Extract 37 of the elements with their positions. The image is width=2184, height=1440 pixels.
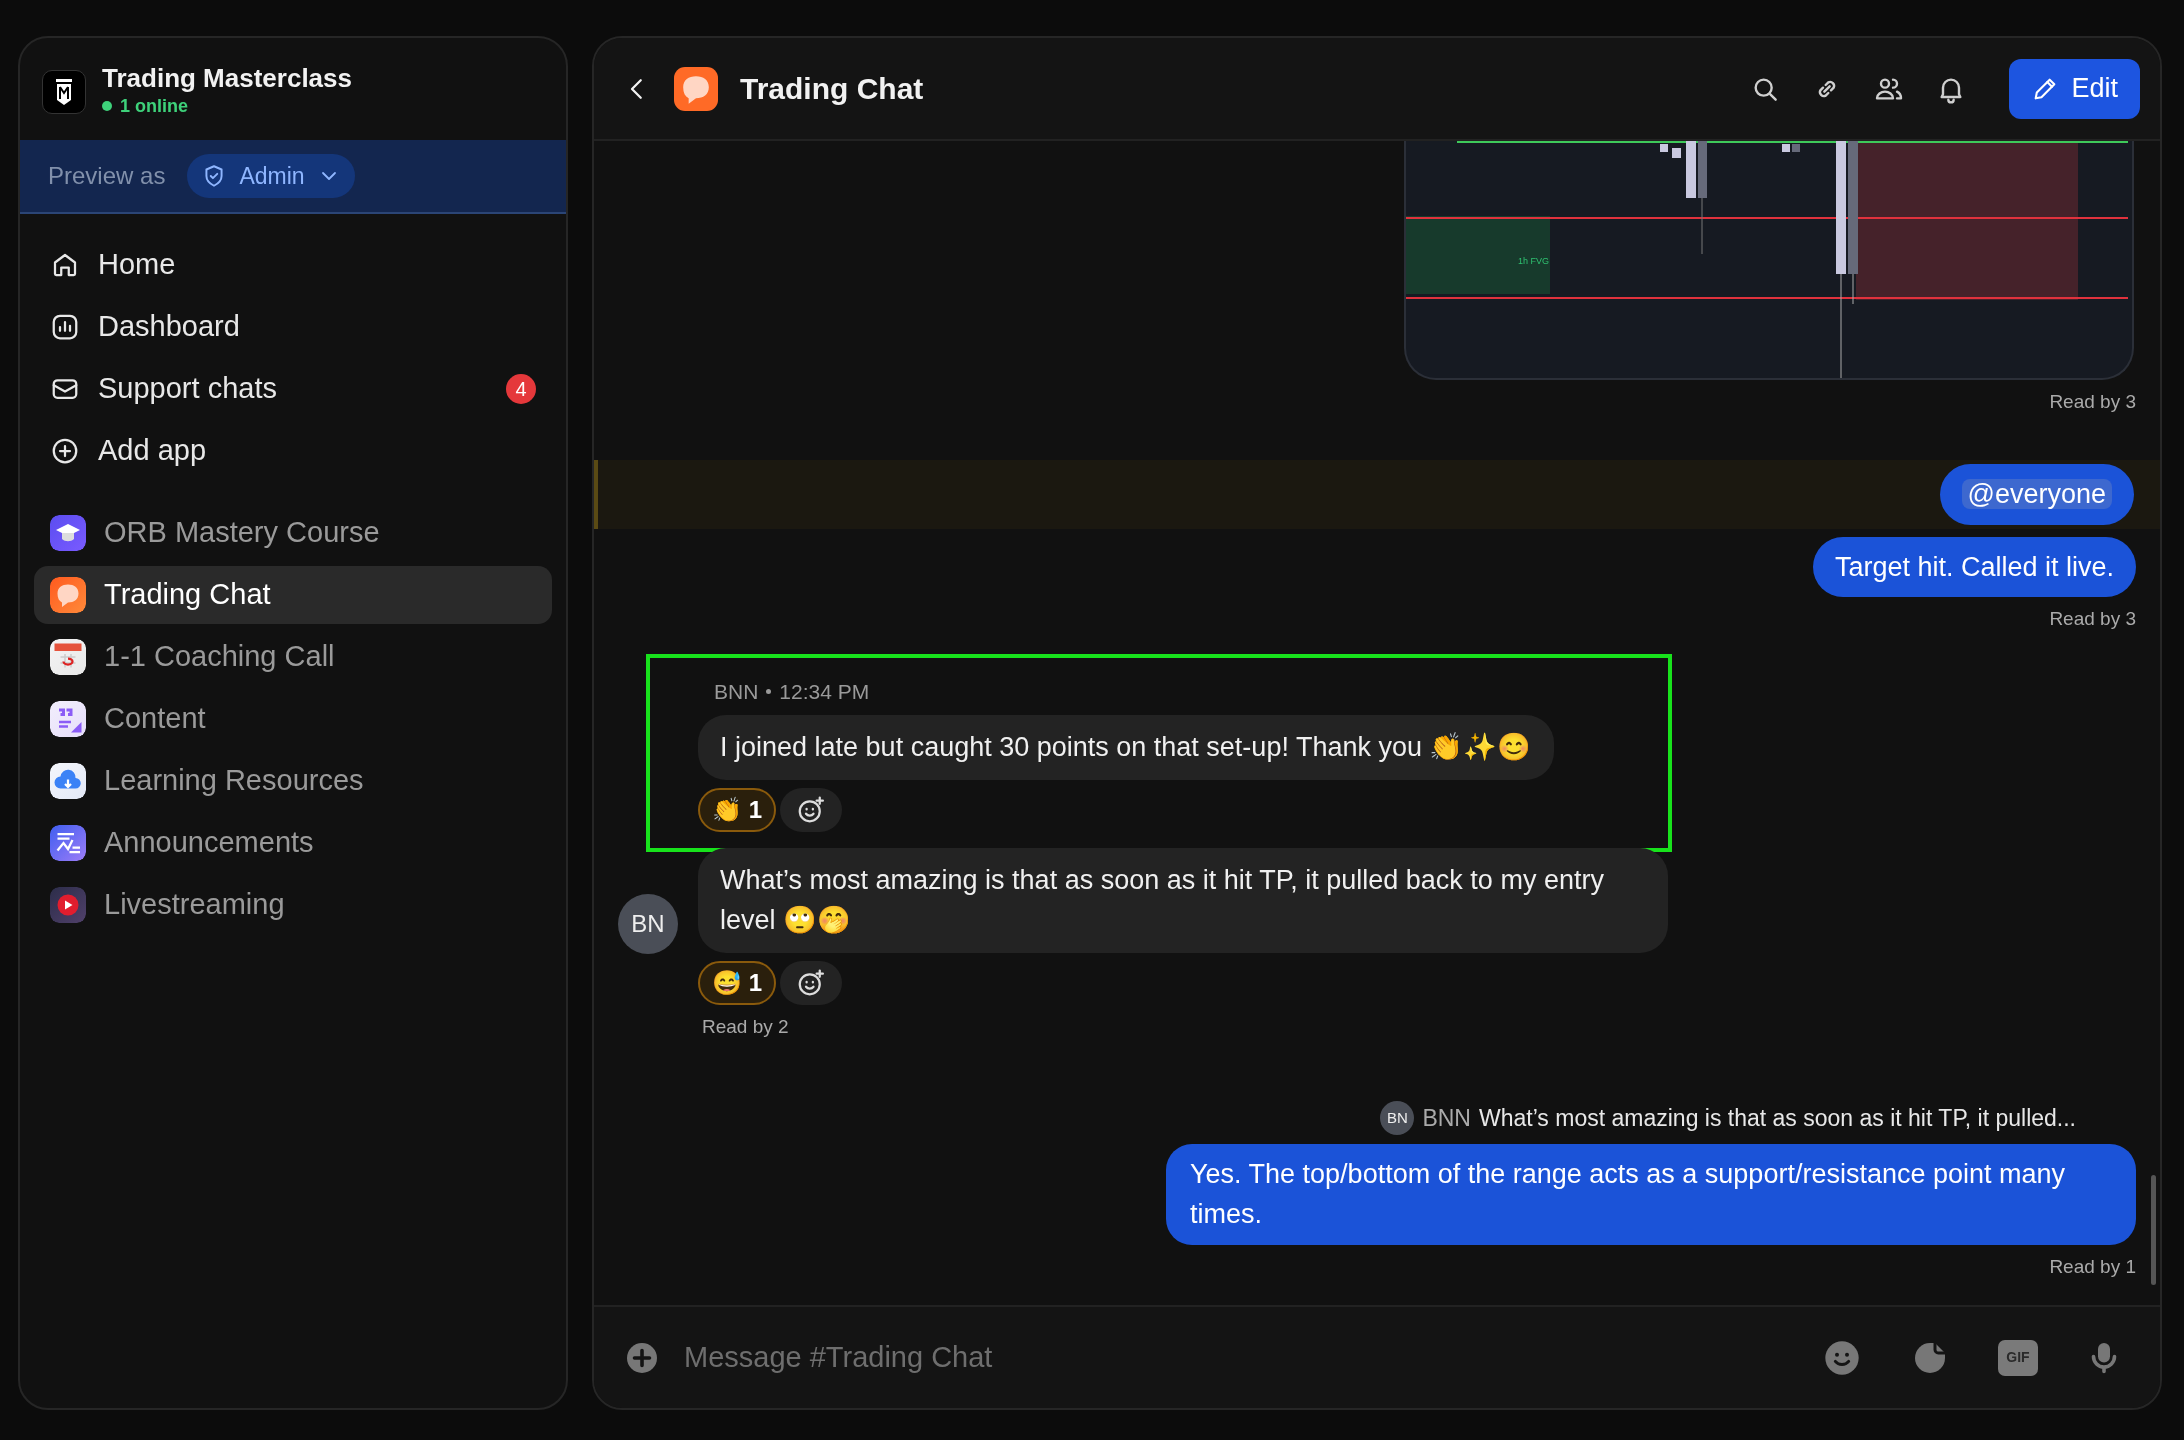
message-time: 12:34 PM [779, 678, 870, 705]
app-item[interactable]: Content [34, 690, 552, 748]
read-receipt: Read by 3 [2049, 607, 2136, 631]
reply-preview: What’s most amazing is that as soon as it hit TP, it pulled... [1479, 1104, 2076, 1133]
reply-author: BNN [1422, 1104, 1471, 1133]
message-bubble: I joined late but caught 30 points on that set-up! Thank you 👏✨😊 [698, 715, 1554, 780]
reaction-chip[interactable]: 👏 1 [698, 787, 776, 832]
read-receipt: Read by 3 [2049, 389, 2136, 414]
count-badge: 4 [506, 374, 536, 404]
edit-button[interactable]: Edit [2009, 58, 2140, 119]
chat-title: Trading Chat [740, 71, 924, 107]
zone-label: 1h FVG [1518, 255, 1549, 266]
message-bubble: What’s most amazing is that as soon as it hit TP, it pulled back to my entry level 🙄🤭 [698, 847, 1668, 953]
app-item[interactable]: ORB Mastery Course [34, 504, 552, 562]
app-item[interactable]: Trading Chat [34, 566, 552, 624]
avatar: BN [618, 893, 678, 954]
author-name: BNN [714, 678, 759, 705]
message-bubble: Yes. The top/bottom of the range acts as a support/resistance point many times. [1166, 1143, 2136, 1245]
read-receipt: Read by 2 [702, 1014, 789, 1039]
app-item[interactable]: Livestreaming [34, 876, 552, 934]
reaction-chip[interactable]: 😅 1 [698, 960, 776, 1005]
message-input[interactable]: Message #Trading Chat [682, 1334, 1800, 1381]
app-item[interactable]: 1-1 Coaching Call [34, 628, 552, 686]
online-count: 1 online [120, 94, 188, 118]
preview-label: Preview as [48, 161, 166, 191]
nav-item[interactable]: Home [34, 236, 552, 294]
mention-tag[interactable]: @everyone [1961, 479, 2112, 509]
role-dropdown[interactable]: Admin [187, 154, 355, 198]
app-item[interactable]: Announcements [34, 814, 552, 872]
message-bubble: Target hit. Called it live. [1812, 536, 2136, 597]
nav-item[interactable]: Support chats 4 [34, 360, 552, 418]
app-item[interactable]: Learning Resources [34, 752, 552, 810]
read-receipt: Read by 1 [2049, 1254, 2136, 1279]
nav-item[interactable]: Add app [34, 422, 552, 480]
nav-item[interactable]: Dashboard [34, 298, 552, 356]
avatar: BN [1380, 1101, 1415, 1136]
workspace-name: Trading Masterclass [102, 64, 352, 93]
